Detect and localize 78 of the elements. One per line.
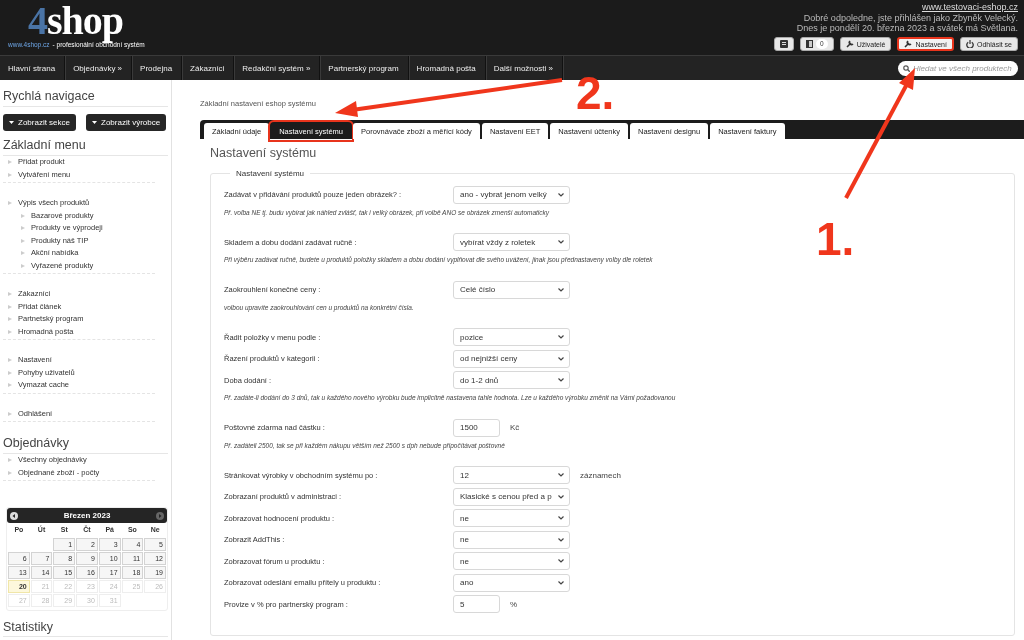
bullet-icon (21, 251, 25, 256)
input-field[interactable]: 5 (453, 595, 500, 614)
bullet-icon (8, 370, 12, 375)
dropdown[interactable]: pozice (453, 328, 570, 347)
bullet-icon (8, 317, 12, 322)
unit-label: Kč (510, 423, 520, 433)
section-heading: Objednávky (3, 436, 168, 454)
chevron-icon (558, 473, 564, 478)
chevron-icon (558, 192, 564, 197)
bullet-icon (21, 238, 25, 243)
bullet-icon (8, 411, 12, 416)
bullet-icon (8, 160, 12, 165)
site-link[interactable]: www.testovaci-eshop.cz (921, 2, 1018, 13)
dropdown[interactable]: ne (453, 509, 570, 528)
dropdown[interactable]: ano - vybrat jenom velký (453, 185, 570, 204)
caret-icon (9, 121, 14, 124)
dropdown[interactable]: ne (453, 552, 570, 571)
list-icon (780, 40, 788, 48)
document-icon (806, 40, 813, 48)
logo: 4shop (28, 1, 124, 41)
list-button[interactable] (774, 37, 794, 51)
bullet-icon (8, 358, 12, 363)
nav-item[interactable]: Hromadná pošta (408, 56, 486, 80)
dropdown-button[interactable]: Zobrazit výrobce (86, 114, 167, 131)
dropdown-button[interactable]: Zobrazit sekce (3, 114, 77, 131)
month-title: Březen 2023 (63, 511, 111, 520)
bullet-icon (8, 470, 12, 475)
dropdown[interactable]: 12 (453, 466, 570, 485)
wrench-icon (845, 40, 854, 48)
bullet-icon (8, 304, 12, 309)
dropdown[interactable]: Klasické s cenou před a p (453, 487, 570, 506)
bullet-icon (21, 213, 25, 218)
chevron-icon (558, 516, 564, 521)
date-text: Dnes je pondělí 20. března 2023 a svátek má Světlana. (796, 23, 1018, 33)
chevron-icon (558, 335, 564, 340)
wrench-icon (904, 40, 913, 48)
search-icon (903, 64, 910, 72)
bullet-icon (21, 263, 25, 268)
chevron-icon (558, 287, 564, 292)
unit-label: záznamech (580, 470, 621, 480)
bullet-icon (8, 383, 12, 388)
step-number: 1. (816, 216, 855, 262)
input-field[interactable]: 1500 (453, 418, 500, 437)
dropdown[interactable]: Celé číslo (453, 280, 570, 299)
chevron-icon (558, 559, 564, 564)
bullet-icon (21, 226, 25, 231)
greeting-text: Dobré odpoledne, jste přihlášen jako Zbyněk Velecký. (803, 13, 1018, 23)
next-icon[interactable] (156, 511, 164, 520)
section-heading: Základní menu (3, 138, 168, 156)
chevron-icon (558, 356, 564, 361)
chevron-icon (558, 240, 564, 245)
previous-icon[interactable] (10, 511, 18, 520)
chevron-icon (558, 580, 564, 585)
nav-item[interactable]: Zákazníci (182, 56, 235, 80)
nav-item[interactable]: Redakční systém » (234, 56, 321, 80)
chevron-icon (558, 537, 564, 542)
panel-legend: Nastavení systému (230, 169, 311, 178)
power-icon (965, 40, 974, 48)
bullet-icon (8, 292, 12, 297)
bullet-icon (8, 172, 12, 177)
dropdown[interactable]: vybírat vždy z roletek (453, 233, 570, 252)
nav-item[interactable]: Partnerský program (320, 56, 409, 80)
bullet-icon (8, 458, 12, 463)
unit-label: % (510, 599, 518, 609)
nav-item[interactable]: Další možnosti » (485, 56, 563, 80)
bullet-icon (8, 329, 12, 334)
dropdown[interactable]: ano (453, 573, 570, 592)
dropdown[interactable]: od nejnižší ceny (453, 349, 570, 368)
page-title: Nastavení systému (210, 146, 318, 160)
bullet-icon (8, 201, 12, 206)
dropdown[interactable]: ne (453, 530, 570, 549)
section-heading: Rychlá navigace (3, 89, 168, 107)
chevron-icon (558, 378, 564, 383)
step-number: 2. (576, 70, 615, 116)
dropdown[interactable]: do 1-2 dnů (453, 371, 570, 390)
section-heading: Statistiky (3, 621, 168, 637)
chevron-icon (558, 494, 564, 499)
caret-icon (92, 121, 98, 124)
